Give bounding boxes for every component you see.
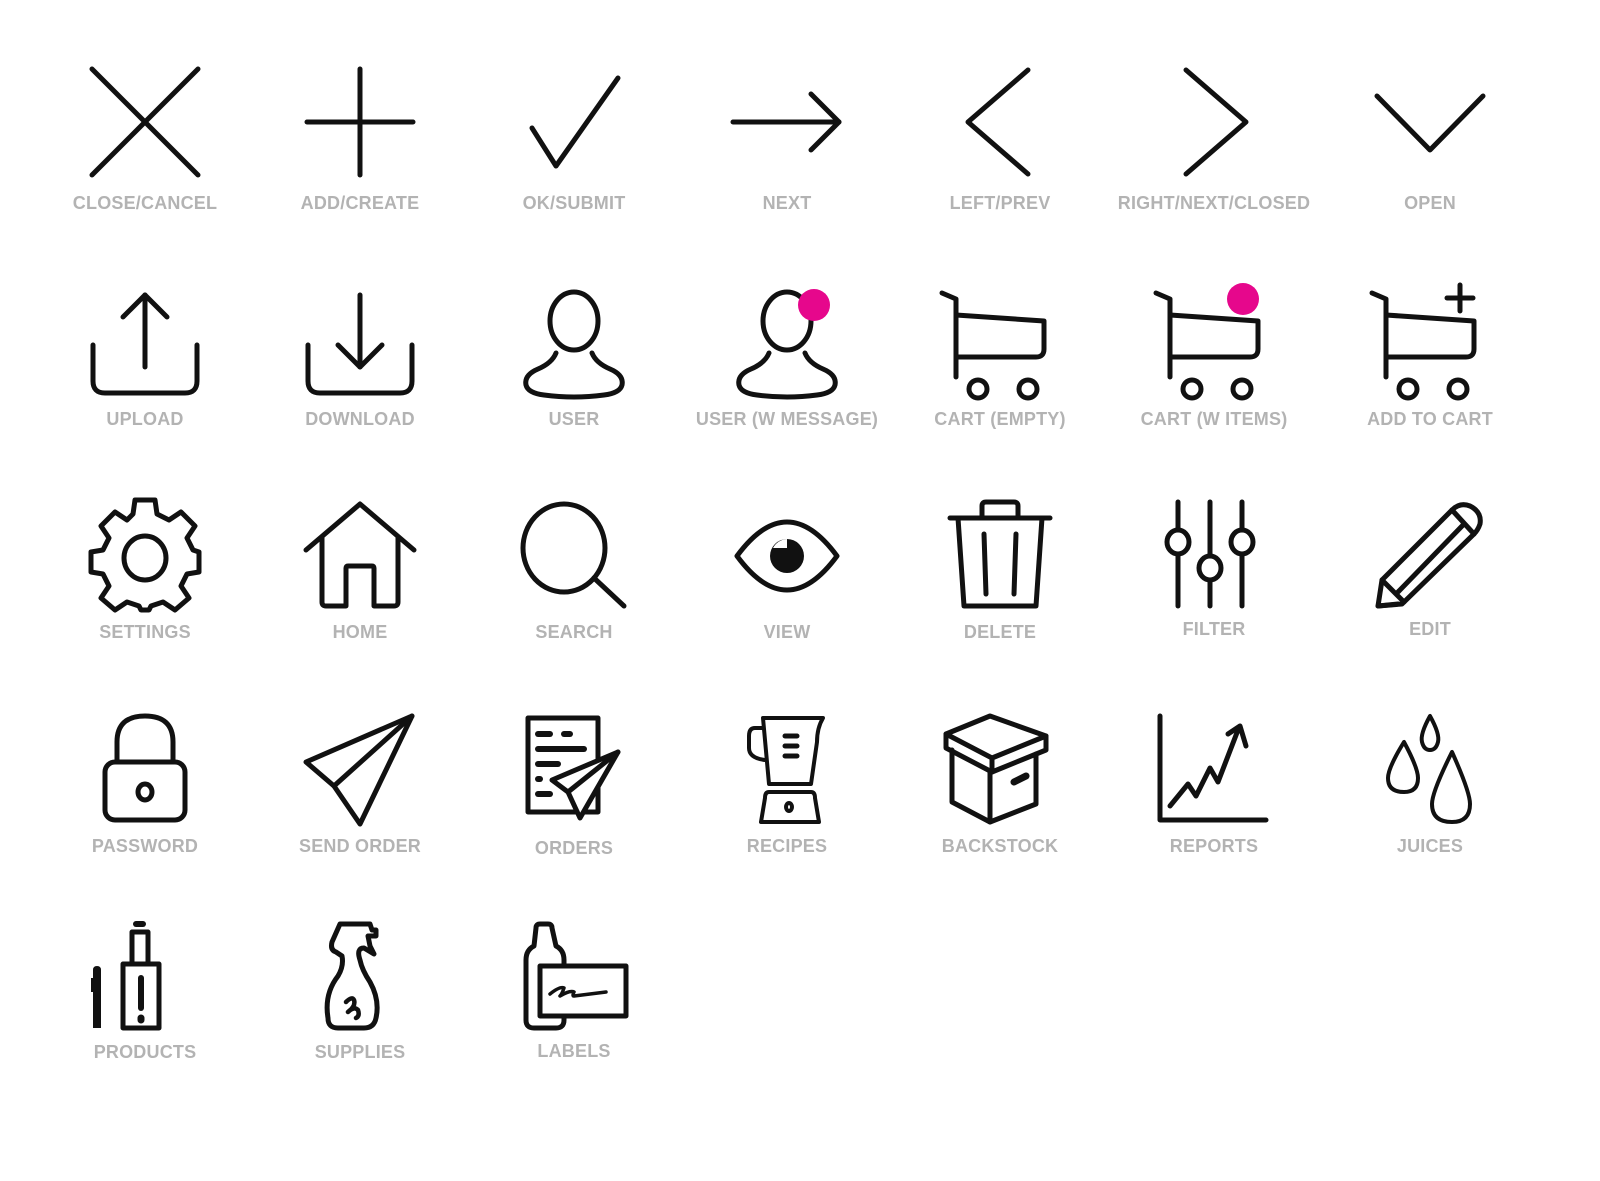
icon-tile-cart-items[interactable]: CART (W ITEMS) bbox=[1107, 283, 1321, 485]
icon-tile-supplies[interactable]: SUPPLIES bbox=[253, 920, 467, 1120]
icon-tile-orders[interactable]: ORDERS bbox=[467, 712, 681, 912]
icon-tile-settings[interactable]: SETTINGS bbox=[38, 497, 252, 698]
chevron-left-icon bbox=[965, 67, 1031, 177]
icon-tile-labels[interactable]: LABELS bbox=[467, 920, 681, 1120]
box-icon bbox=[943, 713, 1049, 825]
notification-dot bbox=[1227, 283, 1259, 315]
vape-device-icon bbox=[91, 921, 162, 1031]
upload-icon bbox=[90, 292, 200, 396]
gear-icon bbox=[88, 497, 202, 613]
user-with-message-icon bbox=[736, 289, 838, 400]
icon-tile-right[interactable]: RIGHT/NEXT/CLOSED bbox=[1107, 62, 1321, 262]
checkmark-icon bbox=[529, 75, 621, 169]
icon-tile-home[interactable]: HOME bbox=[253, 498, 467, 698]
droplets-icon bbox=[1386, 714, 1472, 824]
icon-tile-juices[interactable]: JUICES bbox=[1323, 712, 1537, 912]
icon-tile-password[interactable]: PASSWORD bbox=[38, 712, 252, 912]
icon-tile-add-to-cart[interactable]: ADD TO CART bbox=[1323, 282, 1537, 485]
cart-empty-icon bbox=[939, 290, 1047, 401]
add-to-cart-icon bbox=[1369, 282, 1477, 401]
icon-tile-download[interactable]: DOWNLOAD bbox=[253, 285, 467, 485]
icon-tile-edit[interactable]: EDIT bbox=[1323, 498, 1537, 698]
bottle-label-icon bbox=[523, 921, 629, 1031]
icon-label: ADD TO CART bbox=[1367, 409, 1493, 429]
chevron-right-icon bbox=[1183, 67, 1249, 177]
icon-tile-open[interactable]: OPEN bbox=[1323, 62, 1537, 262]
icon-tile-reports[interactable]: REPORTS bbox=[1107, 712, 1321, 912]
sliders-icon bbox=[1164, 499, 1256, 609]
icon-tile-filter[interactable]: FILTER bbox=[1107, 498, 1321, 698]
icon-tile-close[interactable]: CLOSE/CANCEL bbox=[38, 62, 252, 262]
icon-tile-user[interactable]: USER bbox=[467, 285, 681, 485]
blender-icon bbox=[747, 716, 825, 824]
trash-icon bbox=[947, 499, 1053, 609]
eye-icon bbox=[734, 519, 840, 593]
lock-icon bbox=[102, 713, 188, 823]
icon-label: LABELS bbox=[537, 1041, 611, 1061]
icon-tile-left[interactable]: LEFT/PREV bbox=[893, 62, 1107, 262]
icon-tile-add[interactable]: ADD/CREATE bbox=[253, 62, 467, 262]
chevron-down-icon bbox=[1374, 93, 1486, 153]
download-icon bbox=[305, 292, 415, 396]
icon-tile-ok[interactable]: OK/SUBMIT bbox=[467, 62, 681, 262]
icon-tile-search[interactable]: SEARCH bbox=[467, 498, 681, 698]
icon-tile-cart-empty[interactable]: CART (EMPTY) bbox=[893, 285, 1107, 485]
icon-tile-send-order[interactable]: SEND ORDER bbox=[253, 712, 467, 912]
pencil-icon bbox=[1375, 502, 1483, 609]
spray-bottle-icon bbox=[324, 921, 380, 1031]
document-with-plane-icon bbox=[525, 715, 621, 821]
line-chart-icon bbox=[1157, 713, 1269, 823]
paper-plane-icon bbox=[303, 713, 415, 827]
icon-tile-next[interactable]: NEXT bbox=[680, 62, 894, 262]
notification-dot bbox=[798, 289, 830, 321]
icon-label: JUICES bbox=[1396, 836, 1464, 856]
arrow-right-icon bbox=[730, 91, 842, 153]
icon-label: OPEN bbox=[1404, 193, 1456, 213]
home-icon bbox=[303, 501, 417, 609]
icon-tile-view[interactable]: VIEW bbox=[680, 498, 894, 698]
cart-with-items-icon bbox=[1153, 283, 1261, 401]
search-icon bbox=[520, 501, 627, 609]
plus-icon bbox=[304, 66, 416, 178]
close-icon bbox=[89, 66, 201, 178]
icon-tile-delete[interactable]: DELETE bbox=[893, 498, 1107, 698]
icon-tile-user-message[interactable]: USER (W MESSAGE) bbox=[680, 285, 894, 485]
user-icon bbox=[523, 289, 625, 400]
icon-label: EDIT bbox=[1409, 619, 1451, 639]
icon-tile-upload[interactable]: UPLOAD bbox=[38, 285, 252, 485]
icon-tile-products[interactable]: PRODUCTS bbox=[38, 920, 252, 1120]
icon-tile-recipes[interactable]: RECIPES bbox=[680, 712, 894, 912]
icon-tile-backstock[interactable]: BACKSTOCK bbox=[893, 712, 1107, 912]
